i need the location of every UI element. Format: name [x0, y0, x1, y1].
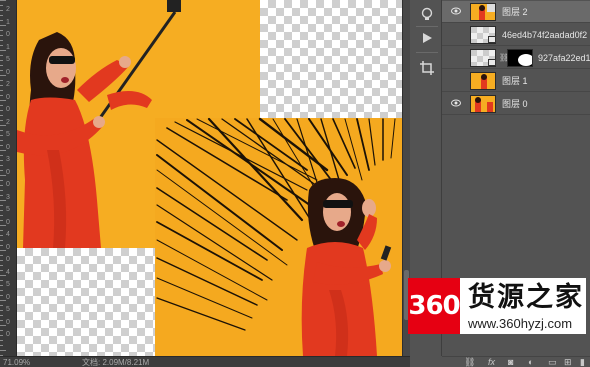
- ruler-label: 1: [6, 18, 10, 26]
- ruler-tick: [0, 290, 3, 291]
- site-watermark: 360 货源之家 www.360hyzj.com: [408, 278, 586, 334]
- layer-row[interactable]: ⛓ 927afa22ed1: [442, 47, 590, 69]
- woman-selfie-figure: [17, 0, 181, 248]
- visibility-off-box[interactable]: [451, 53, 461, 63]
- visibility-eye-icon[interactable]: [451, 7, 461, 17]
- ruler-label: 0: [6, 243, 10, 251]
- ruler-label: 4: [6, 231, 10, 238]
- ruler-label: 2: [6, 6, 10, 13]
- ruler-label: 1: [6, 43, 10, 51]
- ruler-label: 0: [6, 293, 10, 301]
- layer-name[interactable]: 927afa22ed1: [538, 52, 590, 64]
- smart-object-icon: [488, 36, 496, 43]
- woman-phone-figure: [301, 178, 392, 356]
- ruler-tick: [0, 115, 3, 116]
- ruler-tick: [0, 215, 3, 216]
- ruler-label: 0: [6, 106, 10, 113]
- ruler-tick: [0, 340, 3, 341]
- layer-name[interactable]: 46ed4b74f2aadad0f2: [502, 29, 587, 41]
- ruler-tick: [0, 240, 3, 241]
- ruler-label: 5: [6, 131, 10, 138]
- photo-artwork: [17, 0, 396, 356]
- visibility-off-box[interactable]: [451, 30, 461, 40]
- ruler-label: 5: [6, 56, 10, 63]
- layer-name[interactable]: 图层 1: [502, 75, 528, 87]
- divider: [416, 52, 438, 53]
- play-icon[interactable]: [419, 30, 435, 46]
- folder-icon[interactable]: ▭: [548, 357, 557, 367]
- layer-thumbnail: [470, 72, 496, 90]
- history-brush-icon[interactable]: [419, 6, 435, 22]
- visibility-eye-icon[interactable]: [451, 99, 461, 109]
- status-bar: 71.09% 文档: 2.09M/8.21M: [0, 356, 410, 367]
- ruler-label: 0: [6, 168, 10, 176]
- ruler-label: 0: [6, 181, 10, 188]
- ruler-tick: [0, 350, 6, 351]
- layer-row[interactable]: 图层 1: [442, 70, 590, 92]
- ruler-label: 0: [6, 143, 10, 151]
- document-canvas[interactable]: [17, 0, 402, 356]
- ruler-tick: [0, 345, 3, 346]
- layer-row[interactable]: 图层 0: [442, 93, 590, 115]
- ruler-tick: [0, 90, 3, 91]
- smart-object-icon: [488, 59, 496, 66]
- watermark-url: www.360hyzj.com: [468, 316, 573, 331]
- ruler-label: 5: [6, 281, 10, 288]
- ruler-tick: [0, 265, 3, 266]
- layer-thumbnail: [470, 3, 496, 21]
- ruler-label: 4: [6, 268, 10, 276]
- ruler-label: 0: [6, 318, 10, 326]
- ruler-tick: [0, 65, 3, 66]
- layer-mask-thumbnail[interactable]: [507, 49, 533, 67]
- divider: [416, 26, 438, 27]
- ruler-tick: [0, 315, 3, 316]
- document-size: 文档: 2.09M/8.21M: [82, 358, 150, 367]
- ruler-tick: [0, 140, 3, 141]
- ruler-tick: [0, 190, 3, 191]
- watermark-title: 货源之家: [468, 282, 584, 313]
- ruler-label: 3: [6, 156, 10, 163]
- trash-icon[interactable]: ▮: [580, 357, 585, 367]
- layer-name[interactable]: 图层 0: [502, 98, 528, 110]
- ruler-tick: [0, 40, 3, 41]
- layer-row[interactable]: 46ed4b74f2aadad0f2: [442, 24, 590, 46]
- ruler-label: 0: [6, 218, 10, 226]
- link-icon[interactable]: ⛓: [464, 357, 475, 367]
- layer-row[interactable]: 图层 2: [442, 1, 590, 23]
- ruler-label: 5: [6, 206, 10, 213]
- layers-footer-toolbar: ⛓ fx ◙ ◐ ▭ ⊞ ▮: [442, 356, 590, 367]
- visibility-off-box[interactable]: [451, 76, 461, 86]
- ruler-tick: [0, 0, 6, 1]
- ruler-label: 0: [6, 31, 10, 38]
- ruler-label: 2: [6, 81, 10, 88]
- ruler-label: 3: [6, 193, 10, 201]
- ruler-label: 2: [6, 118, 10, 126]
- vertical-ruler: 2 1 0 1 5 0 2 0 0 2 5 0 3 0 0 3 5 0 4 0 0 4 5 0 5 0 0: [0, 0, 17, 356]
- ruler-label: 5: [6, 306, 10, 313]
- adjustment-icon[interactable]: ◐: [528, 357, 533, 367]
- zoom-level[interactable]: 71.09%: [3, 358, 30, 367]
- mask-icon[interactable]: ◙: [508, 357, 513, 367]
- ruler-label: 0: [6, 93, 10, 101]
- ruler-label: 0: [6, 256, 10, 263]
- photoshop-window: 2 1 0 1 5 0 2 0 0 2 5 0 3 0 0 3 5 0 4 0 0 4 5 0 5 0 0 71.09% 文档: 2…: [0, 0, 590, 367]
- layer-thumbnail: [470, 95, 496, 113]
- ruler-label: 0: [6, 68, 10, 76]
- ruler-tick: [0, 165, 3, 166]
- ruler-label: 0: [6, 331, 10, 338]
- fx-icon[interactable]: fx: [488, 357, 495, 367]
- new-layer-icon[interactable]: ⊞: [564, 357, 572, 367]
- watermark-logo: 360: [408, 278, 461, 334]
- ruler-tick: [0, 15, 3, 16]
- layer-name[interactable]: 图层 2: [502, 6, 528, 18]
- crop-icon[interactable]: [419, 60, 435, 76]
